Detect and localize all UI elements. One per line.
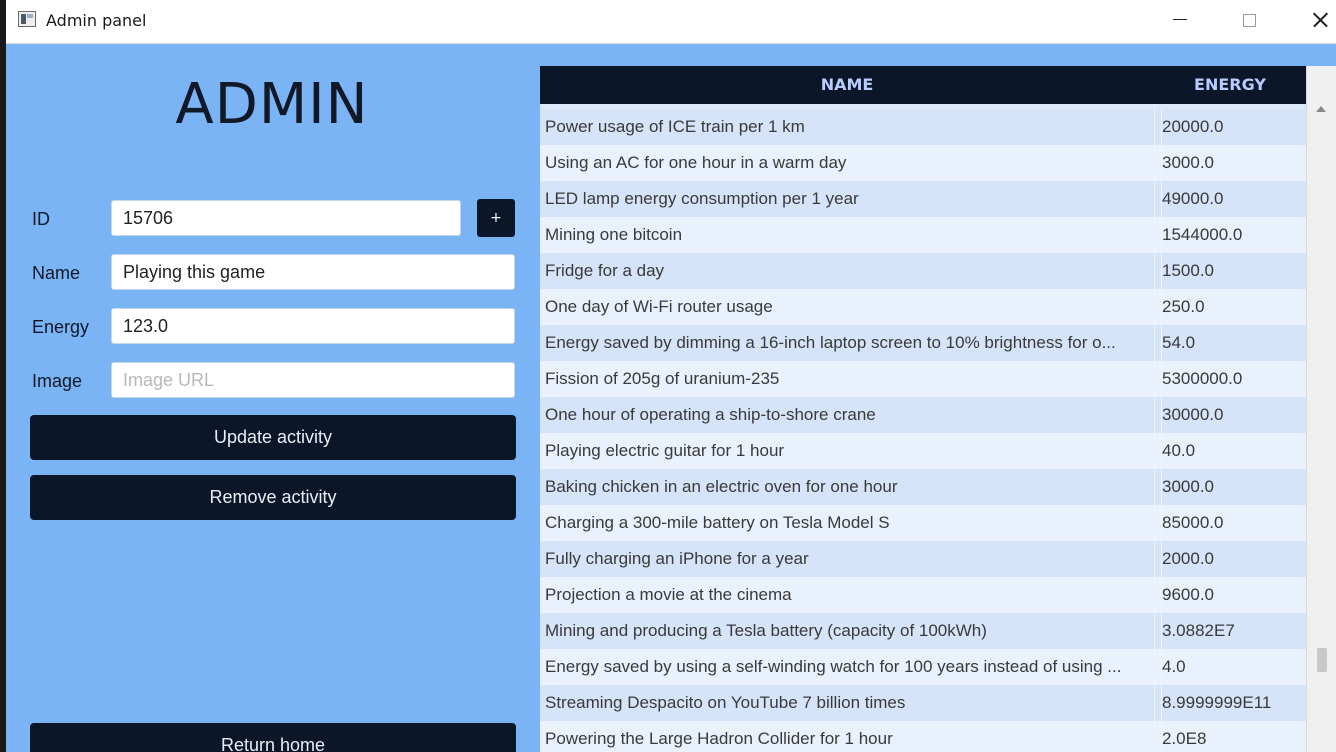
cell-name: Using an AC for one hour in a warm day	[545, 153, 847, 172]
title-bar: Admin panel	[6, 0, 1336, 44]
table-row[interactable]: Baking chicken in an electric oven for o…	[540, 469, 1312, 505]
cell-energy: 3000.0	[1161, 469, 1307, 505]
table-row[interactable]: Mining one bitcoin 1544000.0	[540, 217, 1312, 253]
energy-field[interactable]	[111, 308, 515, 344]
cell-energy: 1500.0	[1161, 253, 1307, 289]
cell-energy: 3000.0	[1161, 145, 1307, 181]
maximize-icon[interactable]	[1219, 0, 1279, 43]
cell-name: Power usage of ICE train per 1 km	[545, 117, 805, 136]
cell-name: LED lamp energy consumption per 1 year	[545, 189, 859, 208]
cell-energy: 30000.0	[1161, 397, 1307, 433]
cell-energy: 2000.0	[1161, 541, 1307, 577]
return-home-button[interactable]: Return home	[30, 723, 516, 752]
table-row[interactable]: Projection a movie at the cinema 9600.0	[540, 577, 1312, 613]
name-label: Name	[32, 263, 81, 283]
cell-energy: 54.0	[1161, 325, 1307, 361]
cell-energy: 250.0	[1161, 289, 1307, 325]
cell-name: Energy saved by dimming a 16-inch laptop…	[545, 333, 1116, 352]
activity-table: NAME ENERGY Power usage of ICE train per…	[540, 66, 1336, 752]
table-row[interactable]: Energy saved by dimming a 16-inch laptop…	[540, 325, 1312, 361]
column-header-energy[interactable]: ENERGY	[1154, 66, 1306, 104]
cell-name: Mining one bitcoin	[545, 225, 683, 244]
table-row[interactable]: Using an AC for one hour in a warm day 30…	[540, 145, 1312, 181]
cell-name: Fully charging an iPhone for a year	[545, 549, 809, 568]
minimize-icon[interactable]	[1150, 0, 1210, 43]
table-row[interactable]: Fridge for a day 1500.0	[540, 253, 1312, 289]
cell-name: Mining and producing a Tesla battery (ca…	[545, 621, 987, 640]
remove-activity-button[interactable]: Remove activity	[30, 475, 516, 520]
cell-name: Charging a 300-mile battery on Tesla Mod…	[545, 513, 890, 532]
cell-name: Projection a movie at the cinema	[545, 585, 792, 604]
id-label: ID	[32, 209, 50, 229]
cell-energy: 1544000.0	[1161, 217, 1307, 253]
table-row[interactable]: One hour of operating a ship-to-shore cr…	[540, 397, 1312, 433]
app-window-icon	[18, 11, 36, 27]
table-row[interactable]: Energy saved by using a self-winding wat…	[540, 649, 1312, 685]
table-row[interactable]: LED lamp energy consumption per 1 year 49…	[540, 181, 1312, 217]
table-row[interactable]: Streaming Despacito on YouTube 7 billion…	[540, 685, 1312, 721]
cell-name: Streaming Despacito on YouTube 7 billion…	[545, 693, 906, 712]
add-button[interactable]: +	[477, 199, 515, 237]
table-row[interactable]: Fission of 205g of uranium-235 5300000.0	[540, 361, 1312, 397]
cell-energy: 8.9999999E11	[1161, 685, 1307, 721]
page-title: ADMIN	[175, 72, 369, 137]
cell-energy: 3.0882E7	[1161, 613, 1307, 649]
table-row[interactable]: Charging a 300-mile battery on Tesla Mod…	[540, 505, 1312, 541]
window-title: Admin panel	[46, 11, 147, 30]
scroll-up-icon[interactable]	[1316, 106, 1326, 112]
cell-energy: 9600.0	[1161, 577, 1307, 613]
id-field[interactable]	[111, 200, 461, 236]
scroll-thumb[interactable]	[1317, 648, 1327, 672]
cell-energy: 20000.0	[1161, 109, 1307, 145]
cell-energy: 2.0E8	[1161, 721, 1307, 752]
cell-energy: 40.0	[1161, 433, 1307, 469]
column-divider	[1154, 104, 1155, 752]
table-row[interactable]: Power usage of ICE train per 1 km 20000.0	[540, 109, 1312, 145]
cell-name: Baking chicken in an electric oven for o…	[545, 477, 898, 496]
cell-name: One hour of operating a ship-to-shore cr…	[545, 405, 876, 424]
cell-name: Fission of 205g of uranium-235	[545, 369, 780, 388]
update-activity-button[interactable]: Update activity	[30, 415, 516, 460]
cell-energy: 49000.0	[1161, 181, 1307, 217]
admin-window: Admin panel ADMIN ID + Name Energy Image…	[6, 0, 1336, 752]
cell-energy: 5300000.0	[1161, 361, 1307, 397]
cell-name: Energy saved by using a self-winding wat…	[545, 657, 1122, 676]
image-url-field[interactable]	[111, 362, 515, 398]
table-row[interactable]: Powering the Large Hadron Collider for 1…	[540, 721, 1312, 752]
table-header: NAME ENERGY	[540, 66, 1306, 104]
close-icon[interactable]	[1289, 0, 1336, 43]
cell-name: One day of Wi-Fi router usage	[545, 297, 773, 316]
table-row[interactable]: Playing electric guitar for 1 hour 40.0	[540, 433, 1312, 469]
energy-label: Energy	[32, 317, 90, 337]
column-header-name[interactable]: NAME	[540, 66, 1154, 104]
table-scrollbar[interactable]	[1306, 66, 1336, 752]
cell-energy: 4.0	[1161, 649, 1307, 685]
cell-name: Fridge for a day	[545, 261, 665, 280]
cell-name: Powering the Large Hadron Collider for 1…	[545, 729, 893, 748]
table-row[interactable]: One day of Wi-Fi router usage 250.0	[540, 289, 1312, 325]
table-row[interactable]: Fully charging an iPhone for a year 2000.…	[540, 541, 1312, 577]
cell-name: Playing electric guitar for 1 hour	[545, 441, 785, 460]
name-field[interactable]	[111, 254, 515, 290]
cell-energy: 85000.0	[1161, 505, 1307, 541]
table-body: Power usage of ICE train per 1 km 20000.0…	[540, 109, 1312, 752]
image-label: Image	[32, 371, 83, 391]
table-row[interactable]: Mining and producing a Tesla battery (ca…	[540, 613, 1312, 649]
